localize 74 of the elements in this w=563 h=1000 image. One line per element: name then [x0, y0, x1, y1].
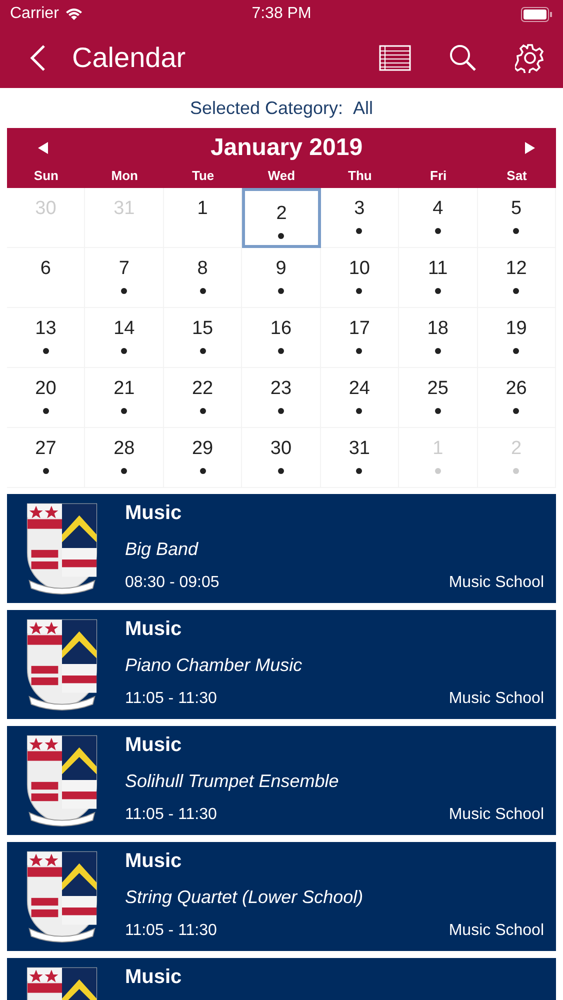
day-cell[interactable]: 10 [320, 248, 400, 308]
day-cell[interactable]: 23 [242, 368, 321, 428]
battery-icon [521, 6, 553, 22]
event-title: String Quartet (Lower School) [125, 887, 364, 908]
day-cell[interactable]: 24 [320, 368, 400, 428]
day-cell[interactable]: 15 [164, 308, 242, 368]
day-cell[interactable]: 1 [164, 188, 242, 248]
day-cell[interactable]: 11 [399, 248, 478, 308]
weekday-label: Wed [266, 168, 296, 185]
event-category: Music [125, 618, 183, 641]
day-cell[interactable]: 7 [85, 248, 164, 308]
list-icon[interactable] [379, 45, 411, 71]
search-icon[interactable] [449, 44, 477, 72]
event-time: 11:05 - 11:30 [125, 690, 217, 708]
weekday-label: Thu [347, 168, 373, 185]
day-cell[interactable]: 6 [7, 248, 86, 308]
day-cell[interactable]: 27 [7, 428, 86, 488]
day-cell[interactable]: 30 [242, 428, 321, 488]
event-card[interactable]: Music Big Band 08:30 - 09:05 Music School [7, 494, 556, 603]
event-time: 11:05 - 11:30 [125, 922, 217, 940]
day-cell[interactable]: 14 [85, 308, 164, 368]
event-card[interactable]: Music Solihull Trumpet Ensemble 11:05 - 11:30 Music School [7, 726, 556, 835]
event-location: Music School [448, 574, 544, 592]
clock-time: 7:38 PM [252, 5, 312, 23]
day-cell[interactable]: 21 [85, 368, 164, 428]
category-value[interactable]: All [353, 98, 374, 118]
day-cell[interactable]: 8 [164, 248, 242, 308]
previous-month-icon[interactable] [37, 141, 49, 155]
day-cell[interactable]: 5 [478, 188, 556, 248]
event-card[interactable]: Music String Quartet (Lower School) 11:05 - 11:30 Music School [7, 842, 556, 951]
day-cell[interactable]: 18 [399, 308, 478, 368]
day-cell[interactable]: 3 [320, 188, 400, 248]
settings-icon[interactable] [515, 43, 545, 73]
event-category: Music [125, 850, 183, 873]
day-cell[interactable]: 22 [164, 368, 242, 428]
day-cell[interactable]: 2 [242, 188, 321, 248]
event-category: Music [125, 502, 183, 525]
day-cell[interactable]: 17 [320, 308, 400, 368]
day-cell[interactable]: 9 [242, 248, 321, 308]
back-icon[interactable] [30, 44, 46, 72]
event-title: Piano Chamber Music [125, 655, 304, 676]
weekday-label: Sun [32, 168, 60, 185]
carrier-label: Carrier [10, 5, 59, 23]
category-label: Selected Category: [190, 98, 344, 118]
event-card[interactable]: Music [7, 958, 556, 1000]
event-location: Music School [448, 690, 544, 708]
event-category: Music [125, 734, 183, 757]
day-cell[interactable]: 16 [242, 308, 321, 368]
day-cell[interactable]: 12 [478, 248, 556, 308]
weekday-label: Sat [506, 168, 528, 185]
event-time: 08:30 - 09:05 [125, 574, 220, 592]
month-title: January 2019 [210, 134, 363, 162]
event-title: Solihull Trumpet Ensemble [125, 771, 340, 792]
day-cell[interactable]: 20 [7, 368, 86, 428]
event-category: Music [125, 966, 183, 989]
event-time: 11:05 - 11:30 [125, 806, 217, 824]
day-cell[interactable]: 31 [320, 428, 400, 488]
weekday-label: Tue [190, 168, 216, 185]
event-location: Music School [448, 922, 544, 940]
day-cell[interactable]: 26 [478, 368, 556, 428]
day-cell[interactable]: 25 [399, 368, 478, 428]
weekday-label: Mon [110, 168, 139, 185]
day-cell[interactable]: 19 [478, 308, 556, 368]
weekday-label: Fri [429, 168, 448, 185]
event-card[interactable]: Music Piano Chamber Music 11:05 - 11:30 Music School [7, 610, 556, 719]
event-title: Big Band [125, 539, 200, 560]
next-month-icon[interactable] [524, 141, 536, 155]
screen-title: Calendar [72, 42, 187, 74]
wifi-icon [64, 7, 83, 21]
day-cell[interactable]: 29 [164, 428, 242, 488]
day-cell[interactable]: 28 [85, 428, 164, 488]
day-cell[interactable]: 4 [399, 188, 478, 248]
event-location: Music School [448, 806, 544, 824]
day-cell[interactable]: 13 [7, 308, 86, 368]
